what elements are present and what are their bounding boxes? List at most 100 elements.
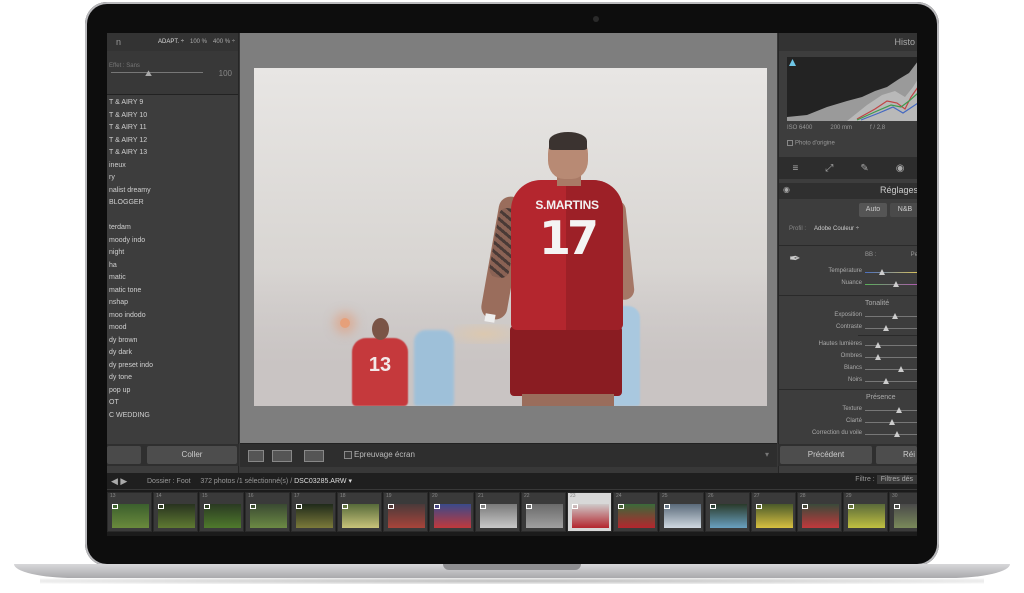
blacks-slider[interactable]: Noirs [779,376,917,386]
softproof-checkbox[interactable] [344,451,352,459]
edited-badge-icon [480,504,486,509]
highlights-slider[interactable]: Hautes lumières [779,340,917,350]
contrast-slider[interactable]: Contraste [779,323,917,333]
filmstrip-thumb[interactable]: 28 [797,492,842,532]
temperature-slider[interactable]: Température [779,267,917,277]
preset-item[interactable]: T & AIRY 13 [107,147,238,160]
edited-badge-icon [802,504,808,509]
filmstrip-thumb[interactable]: 17 [291,492,336,532]
navigator-title: n [116,37,122,47]
filmstrip-thumb[interactable]: 26 [705,492,750,532]
eyedropper-icon[interactable]: ✒ [789,250,801,267]
filmstrip-thumb[interactable]: 25 [659,492,704,532]
previous-button[interactable]: Précédent [780,446,872,464]
main-photo[interactable]: 13 S.MARTINS 17 [254,68,767,406]
auto-button[interactable]: Auto [859,203,887,217]
divider [779,295,917,296]
preset-item[interactable] [107,210,238,223]
thumb-number: 13 [110,493,116,499]
before-after-button[interactable] [304,450,324,462]
preset-item[interactable]: terdam [107,222,238,235]
preset-item[interactable]: nalist dreamy [107,185,238,198]
paste-button[interactable]: Coller [147,446,237,464]
crop-icon[interactable]: ⤢ [825,163,833,174]
profile-value[interactable]: Adobe Couleur ÷ [814,226,859,232]
preset-item[interactable]: BLOGGER [107,197,238,210]
filmstrip-thumb[interactable]: 15 [199,492,244,532]
filmstrip-thumb[interactable]: 27 [751,492,796,532]
exposure-slider[interactable]: Exposition [779,311,917,321]
filmstrip-thumb[interactable]: 24 [613,492,658,532]
original-photo-toggle[interactable]: Photo d'origine [787,140,835,147]
file-name[interactable]: DSC03285.ARW ▾ [294,478,352,485]
edit-sliders-icon[interactable]: ≡ [793,163,799,174]
compare-view-button[interactable] [272,450,292,462]
folder-label[interactable]: Dossier : Foot [147,478,191,485]
preset-item[interactable]: pop up [107,385,238,398]
preset-item[interactable]: moody indo [107,235,238,248]
filmstrip-thumb[interactable]: 13 [107,492,152,532]
preset-item[interactable]: moo indodo [107,310,238,323]
zoom-fit[interactable]: ADAPT. ÷ [158,39,184,45]
thumb-number: 24 [616,493,622,499]
filmstrip-thumb[interactable]: 22 [521,492,566,532]
filmstrip-thumb[interactable]: 23 [567,492,612,532]
texture-slider[interactable]: Texture [779,405,917,415]
tint-slider[interactable]: Nuance [779,279,917,289]
filmstrip-thumb[interactable]: 30 [889,492,917,532]
shadows-slider[interactable]: Ombres [779,352,917,362]
preset-item[interactable]: dy brown [107,335,238,348]
redeye-icon[interactable]: ◉ [896,163,905,174]
blacks-label: Noirs [847,377,862,383]
zoom-400[interactable]: 400 % ÷ [213,39,235,45]
edited-badge-icon [158,504,164,509]
filmstrip-thumb[interactable]: 16 [245,492,290,532]
filmstrip-thumb[interactable]: 18 [337,492,382,532]
amount-track[interactable] [111,72,203,74]
iso-value: ISO 6400 [787,125,813,131]
heal-icon[interactable]: ✎ [860,163,868,174]
zoom-100[interactable]: 100 % [190,39,207,45]
preset-item[interactable]: OT [107,397,238,410]
clarity-label: Clarté [845,418,862,424]
preset-item[interactable]: matic tone [107,285,238,298]
original-checkbox[interactable] [787,140,793,146]
filter-select[interactable]: Filtres dés [876,475,917,484]
filmstrip-thumb[interactable]: 29 [843,492,888,532]
preset-item[interactable]: T & AIRY 9 [107,97,238,110]
filmstrip-thumb[interactable]: 14 [153,492,198,532]
whites-track [865,369,917,370]
profile-row[interactable]: Profil : Adobe Couleur ÷ [789,226,859,232]
eye-icon[interactable]: ◉ [783,185,790,194]
wb-value[interactable]: Pe [911,252,917,258]
filmstrip-thumb[interactable]: 21 [475,492,520,532]
preset-item[interactable]: ineux [107,160,238,173]
preset-item[interactable]: dy preset indo [107,360,238,373]
thumb-number: 22 [524,493,530,499]
exif-info: ISO 6400 200 mm f / 2,8 [787,125,917,131]
copy-button[interactable] [107,446,141,464]
preset-item[interactable]: T & AIRY 11 [107,122,238,135]
preset-item[interactable]: matic [107,272,238,285]
preset-item[interactable]: dy dark [107,347,238,360]
preset-item[interactable]: T & AIRY 12 [107,135,238,148]
preset-item[interactable]: ha [107,260,238,273]
preset-item[interactable]: nshap [107,297,238,310]
bw-button[interactable]: N&B [890,203,917,217]
preset-item[interactable]: ry [107,172,238,185]
clarity-slider[interactable]: Clarté [779,417,917,427]
preset-item[interactable]: C WEDDING [107,410,238,423]
preset-item[interactable]: mood [107,322,238,335]
preset-item[interactable]: dy tone [107,372,238,385]
preset-item[interactable]: T & AIRY 10 [107,110,238,123]
toolbar-toggle-icon[interactable]: ▾ [765,450,769,459]
loupe-view-button[interactable] [248,450,264,462]
preset-item[interactable]: night [107,247,238,260]
filmstrip-thumb[interactable]: 20 [429,492,474,532]
dehaze-slider[interactable]: Correction du voile [779,429,917,439]
nav-arrows-icon[interactable]: ◀ ▶ [111,476,127,487]
reset-button[interactable]: Réi [876,446,917,464]
filmstrip: 13 14 15 16 17 18 19 20 21 22 23 24 25 26 27 28 29 30 [107,490,917,536]
filmstrip-thumb[interactable]: 19 [383,492,428,532]
whites-slider[interactable]: Blancs [779,364,917,374]
